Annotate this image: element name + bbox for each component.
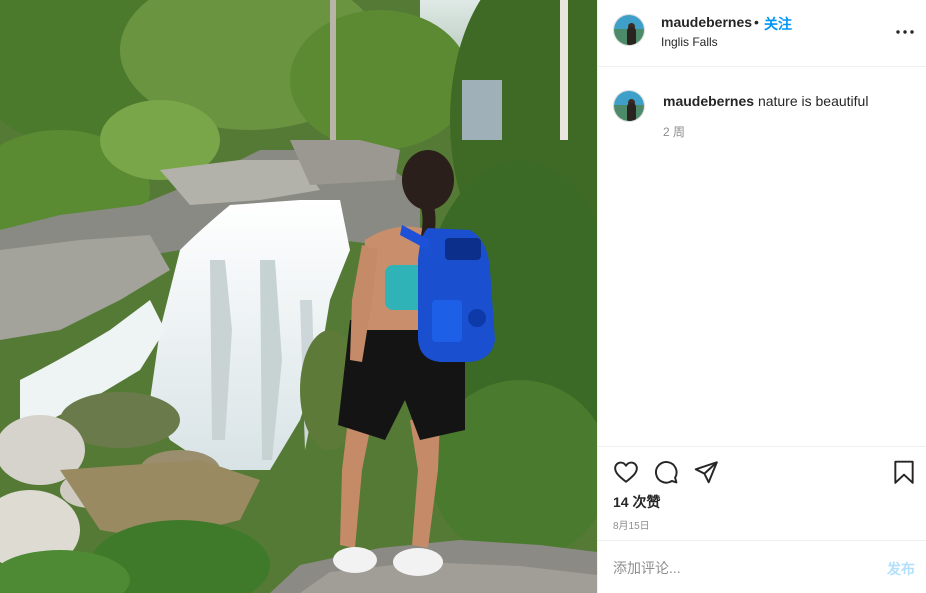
separator-dot: •	[754, 14, 759, 30]
caption-avatar[interactable]	[613, 90, 645, 122]
avatar[interactable]	[613, 14, 645, 46]
heart-icon[interactable]	[613, 459, 639, 485]
likes-count[interactable]: 14 次赞	[613, 492, 660, 512]
more-options-icon[interactable]	[893, 20, 917, 44]
header-username[interactable]: maudebernes	[661, 14, 752, 30]
caption-username[interactable]: maudebernes	[663, 93, 754, 109]
location-link[interactable]: Inglis Falls	[661, 35, 718, 49]
comment-icon[interactable]	[653, 459, 679, 485]
post-comment-button[interactable]: 发布	[887, 559, 915, 579]
post-details-panel: maudebernes • 关注 Inglis Falls maudeberne…	[597, 0, 926, 593]
follow-button[interactable]: 关注	[764, 14, 792, 34]
bookmark-icon[interactable]	[891, 459, 917, 485]
post-actions: 14 次赞 8月15日	[598, 446, 926, 540]
caption-timestamp[interactable]: 2 周	[663, 123, 685, 140]
caption-text: maudebernes nature is beautiful	[663, 93, 868, 109]
post-date[interactable]: 8月15日	[613, 517, 650, 532]
waterfall-photo-illustration	[0, 0, 597, 593]
comment-input[interactable]	[613, 557, 873, 579]
post-photo[interactable]	[0, 0, 597, 593]
paper-plane-icon[interactable]	[693, 459, 719, 485]
caption-body: nature is beautiful	[757, 93, 869, 109]
post-header: maudebernes • 关注 Inglis Falls	[598, 0, 926, 67]
comment-form: 发布	[598, 540, 926, 593]
